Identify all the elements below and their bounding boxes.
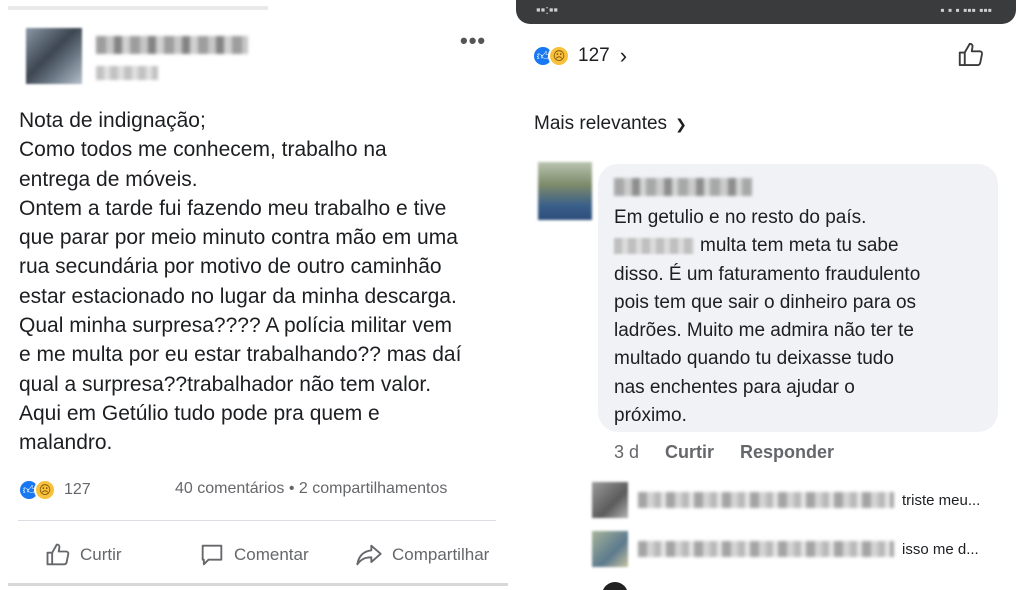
commenter-name-redacted[interactable] (614, 178, 752, 196)
like-button[interactable] (956, 40, 986, 75)
comment-bubble-icon (201, 544, 223, 566)
reply-item[interactable]: triste meu... (592, 482, 1002, 518)
comments-shares-count[interactable]: 40 comentários • 2 compartilhamentos (175, 480, 447, 498)
share-arrow-icon (356, 544, 382, 566)
post-line: rua secundária por motivo de outro camin… (19, 255, 442, 279)
reactions-summary[interactable]: 👍︎ ☹ 127 › (532, 42, 627, 70)
reply-preview: triste meu... (902, 491, 981, 509)
post-line: entrega de móveis. (19, 167, 198, 191)
comment-line: pois tem que sair o dinheiro para os (614, 291, 917, 313)
divider (8, 583, 508, 586)
comment-like-button[interactable]: Curtir (665, 442, 714, 463)
post-panel: ••• Nota de indignação; Como todos me co… (8, 6, 508, 586)
post-line: Aqui em Getúlio tudo pode pra quem e (19, 401, 380, 425)
comment-line: multa tem meta tu sabe (614, 232, 994, 260)
post-line: Nota de indignação; (19, 109, 206, 132)
thumbs-up-icon (46, 543, 70, 566)
divider (18, 520, 496, 521)
comment-text: Em getulio e no resto do país. multa tem… (614, 204, 994, 430)
avatar[interactable] (592, 531, 628, 567)
post-line: qual a surpresa??trabalhador não tem val… (19, 372, 432, 396)
thumbs-up-icon (958, 42, 983, 66)
status-clock-redacted: ▪▪:▪▪ (536, 2, 559, 17)
reactions-summary[interactable]: 👍︎ ☹ 127 (18, 478, 91, 502)
post-line: Qual minha surpresa???? A polícia milita… (19, 314, 453, 338)
comment-reply-button[interactable]: Responder (740, 442, 834, 463)
redacted-text (614, 238, 694, 255)
post-line: Ontem a tarde fui fazendo meu trabalho e… (19, 196, 447, 220)
sort-dropdown[interactable]: Mais relevantes ❯ (534, 113, 687, 135)
author-name-redacted[interactable] (96, 36, 248, 54)
comment-bubble: Em getulio e no resto do país. multa tem… (598, 164, 998, 432)
comments-panel: ▪▪:▪▪ ▪ ▪ ▪ ▪▪▪ ▪▪▪ 👍︎ ☹ 127 › Mais rele… (516, 0, 1016, 590)
status-icons: ▪ ▪ ▪ ▪▪▪ ▪▪▪ (940, 3, 992, 17)
post-line: que parar por meio minuto contra mão em … (19, 226, 458, 250)
avatar[interactable] (26, 28, 82, 84)
comment-time: 3 d (614, 442, 640, 462)
avatar[interactable] (602, 582, 628, 590)
comment-line: Em getulio e no resto do país. (614, 207, 867, 228)
reply-author-redacted (638, 492, 894, 508)
comment-line: nas enchentes para ajudar o (614, 376, 855, 398)
post-time-redacted (96, 66, 158, 80)
post-line: malandro. (19, 431, 113, 455)
comment-meta: 3 d Curtir Responder (614, 442, 834, 463)
sad-reaction-icon: ☹ (34, 479, 56, 501)
post-line: Como todos me conhecem, trabalho na (19, 138, 387, 162)
comment-line: ladrões. Muito me admira não ter te (614, 320, 914, 342)
divider (8, 6, 268, 10)
share-label: Compartilhar (392, 545, 490, 564)
like-button[interactable]: Curtir (44, 540, 122, 570)
reaction-count: 127 (578, 45, 610, 66)
reply-preview: isso me d... (902, 540, 979, 558)
like-label: Curtir (80, 545, 122, 564)
more-dots-icon[interactable]: ••• (460, 28, 486, 54)
comment-line-text: multa tem meta tu sabe (700, 235, 899, 257)
chevron-right-icon: › (619, 43, 628, 68)
avatar[interactable] (592, 482, 628, 518)
comment-button[interactable]: Comentar (198, 540, 309, 570)
sad-reaction-icon: ☹ (548, 45, 570, 67)
comment-line: disso. É um faturamento fraudulento (614, 263, 921, 285)
avatar[interactable] (538, 162, 592, 220)
share-button[interactable]: Compartilhar (354, 540, 489, 570)
chevron-down-icon: ❯ (675, 115, 687, 132)
post-text: Nota de indignação; Como todos me conhec… (19, 106, 499, 458)
comment-line: próximo. (614, 405, 687, 427)
reaction-count: 127 (64, 481, 91, 498)
sort-label: Mais relevantes (534, 113, 668, 134)
comment-line: multado quando tu deixasse tudo (614, 348, 894, 370)
phone-status-bar: ▪▪:▪▪ ▪ ▪ ▪ ▪▪▪ ▪▪▪ (516, 0, 1016, 24)
post-line: e me multa por eu estar trabalhando?? ma… (19, 343, 462, 367)
reply-item[interactable]: isso me d... (592, 531, 1002, 567)
reply-author-redacted (638, 541, 894, 557)
comment-label: Comentar (234, 545, 309, 564)
post-line: estar estacionado no lugar da minha desc… (19, 284, 457, 308)
